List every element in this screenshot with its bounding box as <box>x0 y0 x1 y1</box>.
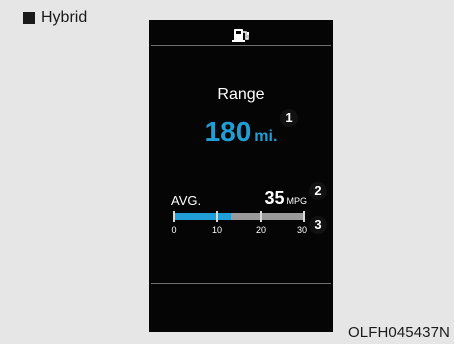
fuel-economy-gauge <box>173 211 305 222</box>
callout-marker: 1 <box>280 109 298 127</box>
avg-value: 35 MPG <box>264 188 307 209</box>
callout-marker: 2 <box>309 182 327 200</box>
avg-number: 35 <box>264 188 285 208</box>
gauge-tick-label: 10 <box>211 225 223 235</box>
avg-unit: MPG <box>286 196 307 206</box>
cluster-display: Range 180 mi. AVG. 35 MPG 0 10 20 30 <box>149 20 333 332</box>
gauge-tick-label: 20 <box>255 225 267 235</box>
range-value: 180 mi. <box>149 116 333 148</box>
gauge-tick <box>303 211 305 222</box>
callout-marker: 3 <box>309 216 327 234</box>
gauge-tick <box>260 211 262 222</box>
gauge-scale-labels: 0 10 20 30 <box>171 225 308 237</box>
gauge-tick-label: 0 <box>171 225 177 235</box>
section-header: Hybrid <box>23 8 87 28</box>
range-label: Range <box>217 86 265 103</box>
top-divider <box>151 45 331 46</box>
gauge-tick-label: 30 <box>296 225 308 235</box>
fuel-pump-icon <box>232 29 249 42</box>
gauge-tick <box>216 211 218 222</box>
figure-code: OLFH045437N <box>348 324 450 341</box>
range-number: 180 <box>204 116 252 147</box>
gauge-tick <box>173 211 175 222</box>
filled-square-icon <box>23 12 35 24</box>
gauge-fill <box>173 213 232 220</box>
avg-label: AVG. <box>171 193 202 208</box>
section-title: Hybrid <box>41 9 88 26</box>
range-unit: mi. <box>254 128 278 145</box>
bottom-divider <box>151 283 331 284</box>
